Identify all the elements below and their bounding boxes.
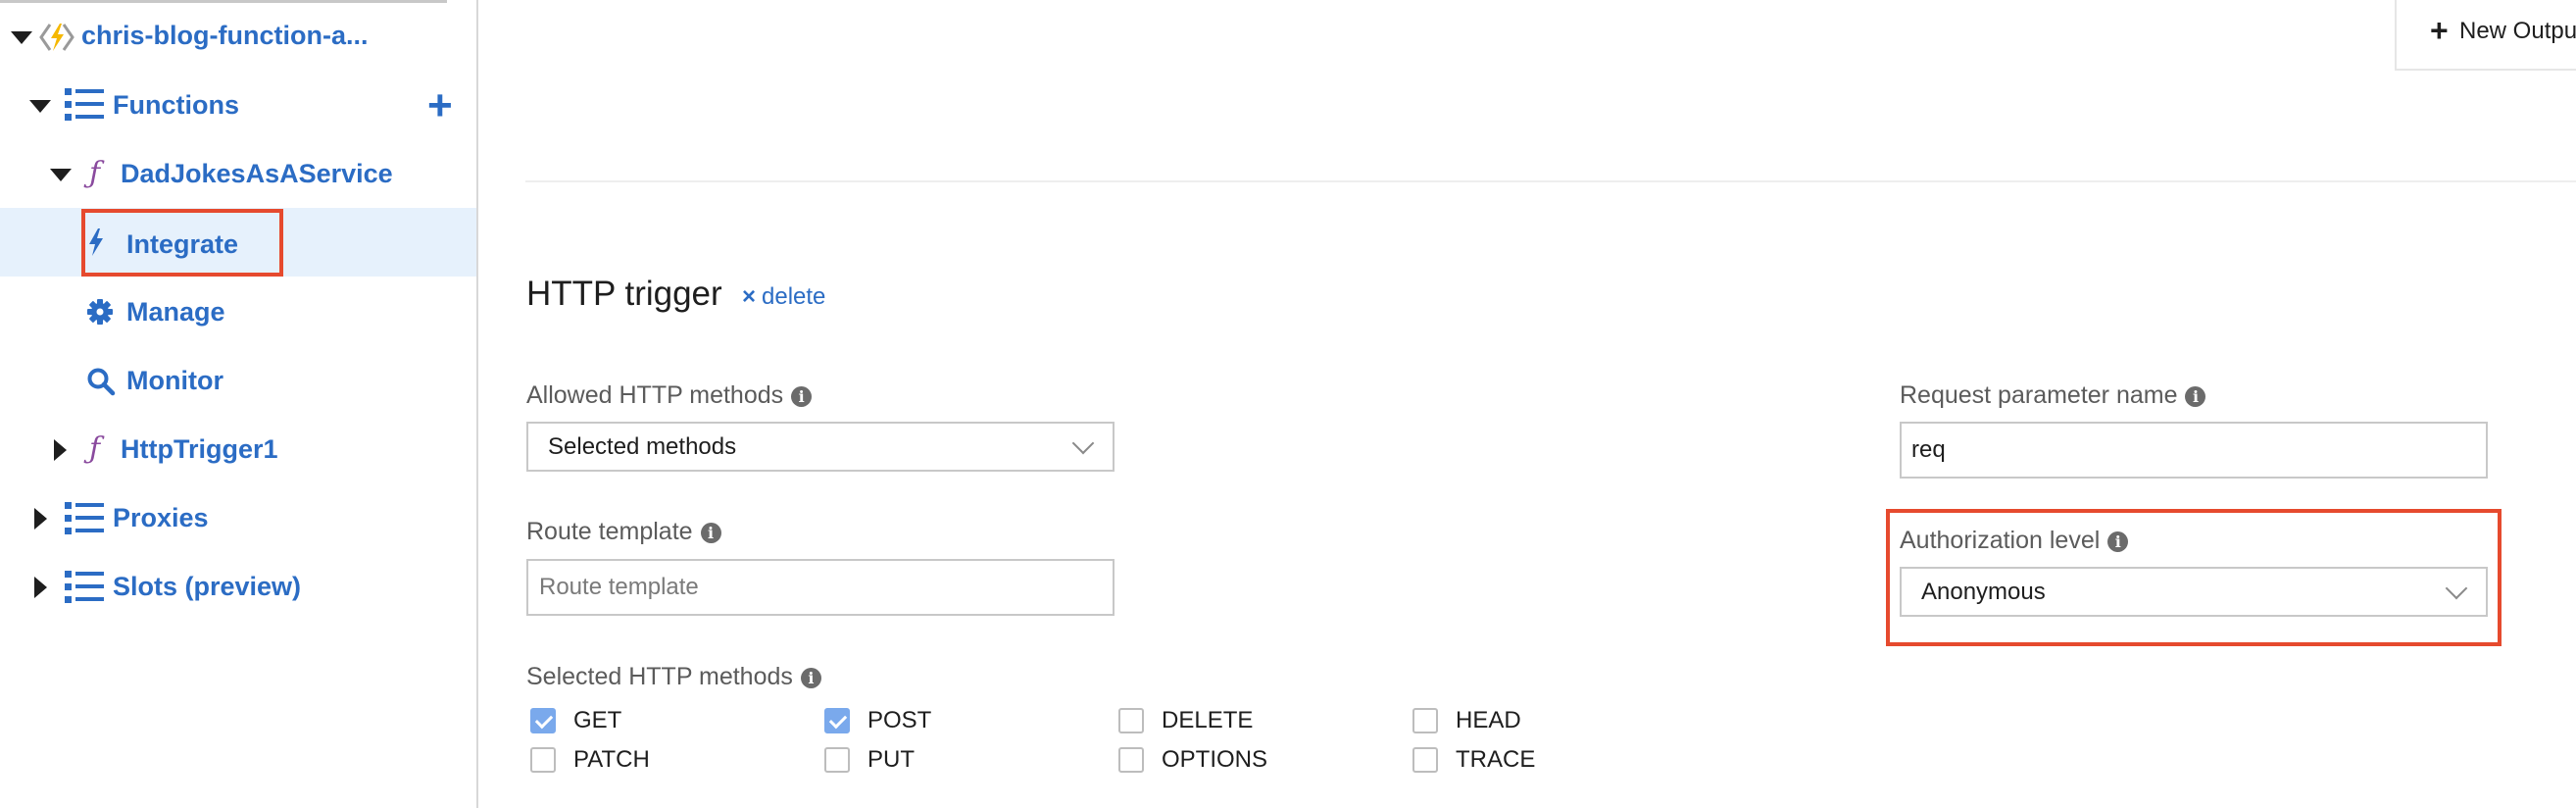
add-function-plus-icon[interactable]: + — [427, 84, 453, 127]
checkbox-label-trace[interactable]: TRACE — [1456, 746, 1535, 774]
function-app-icon — [39, 24, 74, 51]
info-icon[interactable]: i — [2185, 386, 2206, 407]
auth-level-value: Anonymous — [1921, 578, 2046, 605]
info-icon[interactable]: i — [800, 668, 821, 688]
delete-trigger-link[interactable]: × delete — [742, 283, 825, 311]
auth-level-label: Authorization level i — [1900, 527, 2129, 555]
list-icon — [65, 500, 104, 535]
checkbox-label-delete[interactable]: DELETE — [1162, 707, 1253, 734]
delete-label: delete — [762, 283, 826, 310]
info-icon[interactable]: i — [700, 523, 721, 543]
expand-app-chevron-icon[interactable] — [11, 31, 32, 44]
sidebar-item-functions[interactable]: Functions — [113, 89, 239, 121]
request-param-input[interactable]: req — [1900, 422, 2488, 479]
allowed-methods-value: Selected methods — [548, 432, 737, 460]
expand-proxies-chevron-icon[interactable] — [34, 508, 47, 530]
checkbox-label-post[interactable]: POST — [867, 707, 931, 734]
request-param-value: req — [1911, 436, 1946, 463]
function-icon: ƒ — [89, 156, 101, 190]
expand-function-chevron-icon[interactable] — [50, 169, 72, 181]
sidebar-item-slots[interactable]: Slots (preview) — [113, 571, 301, 602]
route-template-label: Route template i — [526, 518, 721, 546]
list-icon — [65, 86, 104, 122]
checkbox-options[interactable] — [1118, 747, 1144, 773]
sidebar-item-httptrigger1[interactable]: HttpTrigger1 — [121, 433, 278, 465]
request-param-label: Request parameter name i — [1900, 381, 2206, 410]
sidebar-item-proxies[interactable]: Proxies — [113, 502, 209, 533]
selected-methods-label: Selected HTTP methods i — [526, 663, 821, 691]
checkbox-get[interactable] — [530, 708, 556, 733]
checkbox-label-head[interactable]: HEAD — [1456, 707, 1521, 734]
sidebar-item-dadjokesasaservice[interactable]: DadJokesAsAService — [121, 158, 393, 189]
sidebar: chris-blog-function-a... Functions + ƒ D… — [0, 0, 478, 808]
checkbox-label-patch[interactable]: PATCH — [573, 746, 650, 774]
app-name-link[interactable]: chris-blog-function-a... — [81, 20, 368, 51]
route-template-input[interactable]: Route template — [526, 559, 1115, 616]
allowed-methods-select[interactable]: Selected methods — [526, 422, 1115, 472]
sidebar-item-manage[interactable]: Manage — [126, 296, 225, 328]
chevron-down-icon — [2445, 577, 2468, 600]
checkbox-trace[interactable] — [1412, 747, 1438, 773]
page-title: HTTP trigger — [526, 275, 722, 313]
auth-level-select[interactable]: Anonymous — [1900, 567, 2488, 617]
gear-icon — [87, 299, 113, 325]
checkbox-put[interactable] — [824, 747, 850, 773]
sidebar-top-divider — [0, 0, 447, 3]
new-output-label: New Outpu — [2459, 18, 2576, 44]
new-output-button[interactable]: + New Outpu — [2395, 0, 2576, 71]
info-icon[interactable]: i — [2107, 531, 2129, 552]
checkbox-label-get[interactable]: GET — [573, 707, 621, 734]
checkbox-head[interactable] — [1412, 708, 1438, 733]
expand-slots-chevron-icon[interactable] — [34, 577, 47, 598]
integrate-highlight-box — [81, 209, 283, 277]
info-icon[interactable]: i — [791, 386, 813, 407]
expand-httptrigger-chevron-icon[interactable] — [54, 439, 67, 461]
list-icon — [65, 569, 104, 604]
close-icon: × — [742, 283, 757, 310]
checkbox-delete[interactable] — [1118, 708, 1144, 733]
route-template-placeholder: Route template — [539, 574, 699, 600]
search-icon — [87, 368, 116, 396]
plus-icon: + — [2430, 13, 2449, 48]
allowed-methods-label: Allowed HTTP methods i — [526, 381, 813, 410]
expand-functions-chevron-icon[interactable] — [29, 100, 51, 113]
function-icon: ƒ — [89, 431, 101, 466]
sidebar-item-monitor[interactable]: Monitor — [126, 365, 223, 396]
checkbox-patch[interactable] — [530, 747, 556, 773]
checkbox-label-put[interactable]: PUT — [867, 746, 915, 774]
section-divider — [525, 180, 2576, 182]
checkbox-post[interactable] — [824, 708, 850, 733]
chevron-down-icon — [1071, 431, 1095, 455]
checkbox-label-options[interactable]: OPTIONS — [1162, 746, 1267, 774]
